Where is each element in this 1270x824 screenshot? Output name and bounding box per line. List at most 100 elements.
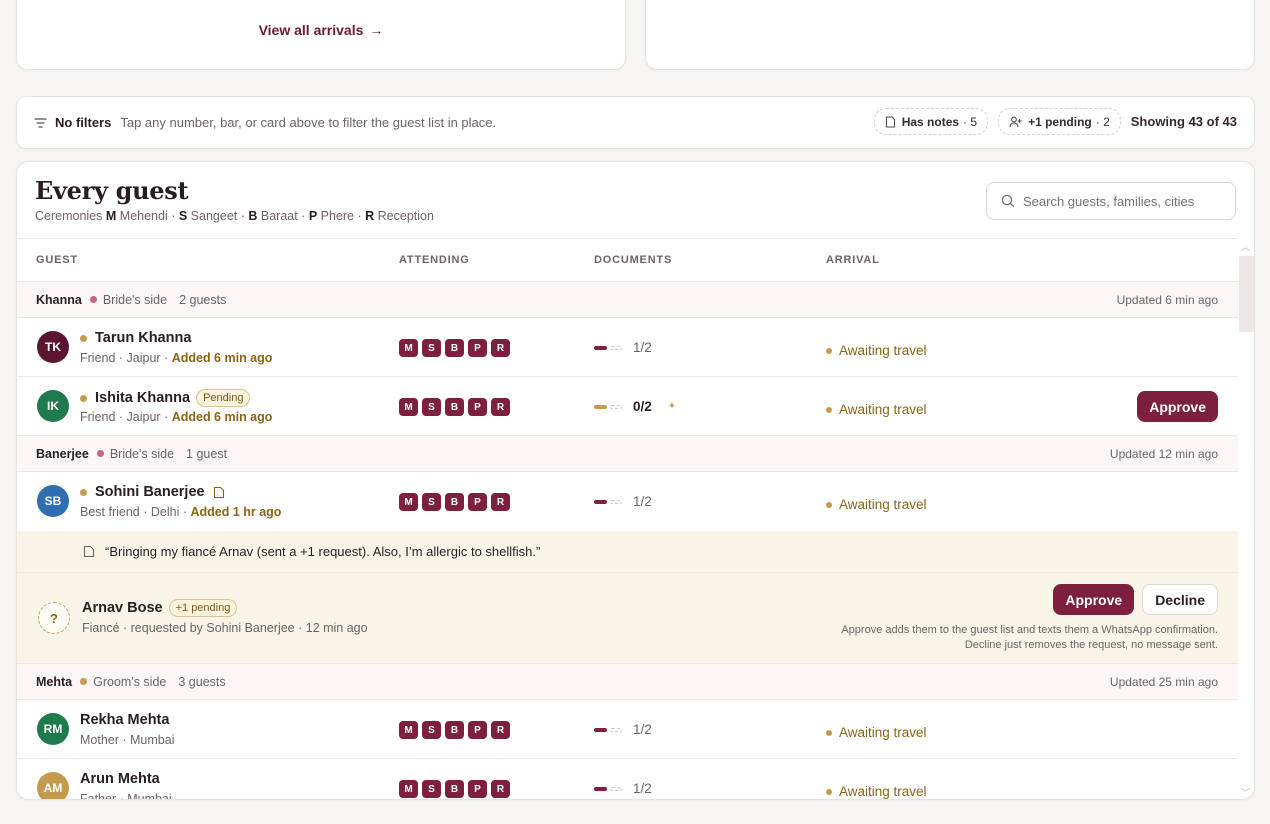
doc-count: 1/2 [633, 781, 652, 796]
ceremony-badges: MSBPR [399, 398, 514, 416]
ceremony-badge[interactable]: R [491, 493, 510, 511]
ceremony-badge[interactable]: S [422, 780, 441, 798]
ceremony-badge[interactable]: M [399, 398, 418, 416]
note-icon[interactable] [213, 486, 225, 499]
group-row-khanna[interactable]: Khanna Bride's side 2 guests Updated 6 m… [17, 282, 1238, 318]
avatar: AM [37, 772, 69, 799]
search-input[interactable] [1023, 193, 1223, 209]
column-attending: ATTENDING [399, 254, 470, 266]
filter-bar: No filters Tap any number, bar, or card … [16, 96, 1255, 149]
documents-progress[interactable]: 1/2 [594, 722, 652, 737]
ceremony-badges: MSBPR [399, 721, 514, 739]
sparkle-icon: ✦ [667, 401, 677, 412]
column-guest: GUEST [36, 254, 78, 266]
group-name: Mehta [36, 674, 73, 689]
request-meta: Fiancé · requested by Sohini Banerjee · … [82, 621, 368, 635]
ceremony-badge[interactable]: P [468, 339, 487, 357]
ceremony-badges: MSBPR [399, 493, 514, 511]
ceremony-badges: MSBPR [399, 780, 514, 798]
approve-button[interactable]: Approve [1053, 584, 1135, 615]
table-row[interactable]: TK Tarun Khanna Friend · Jaipur · Added … [17, 318, 1238, 377]
ceremony-badge[interactable]: M [399, 721, 418, 739]
ceremony-badge[interactable]: S [422, 398, 441, 416]
ceremony-badge[interactable]: B [445, 780, 464, 798]
ceremony-badge[interactable]: P [468, 493, 487, 511]
ceremony-badge[interactable]: B [445, 339, 464, 357]
ceremony-badge[interactable]: S [422, 721, 441, 739]
view-all-arrivals-link[interactable]: View all arrivals → [17, 22, 625, 38]
documents-progress[interactable]: 1/2 [594, 340, 652, 355]
search-icon [1001, 194, 1015, 208]
status-dot [80, 488, 87, 496]
guest-meta: Best friend · Delhi · Added 1 hr ago [80, 505, 281, 519]
chip-plus-one-pending[interactable]: +1 pending · 2 [998, 108, 1121, 135]
filter-icon [34, 117, 47, 128]
showing-prefix: Showing [1130, 114, 1185, 129]
ceremony-badge[interactable]: R [491, 339, 510, 357]
doc-progress-bar [594, 404, 622, 409]
guest-name[interactable]: Rekha Mehta [80, 712, 169, 728]
group-row-banerjee[interactable]: Banerjee Bride's side 1 guest Updated 12… [17, 436, 1238, 472]
table-row[interactable]: SB Sohini Banerjee Best friend · Delhi ·… [17, 472, 1238, 531]
table-row[interactable]: IK Ishita Khanna Pending Friend · Jaipur … [17, 377, 1238, 436]
doc-progress-bar [594, 727, 622, 732]
plus-one-request-row: ? Arnav Bose +1 pending Fiancé · requeste… [17, 573, 1238, 664]
ceremony-badge[interactable]: R [491, 398, 510, 416]
status-badge: +1 pending [168, 599, 238, 617]
status-dot [80, 334, 87, 342]
approve-button[interactable]: Approve [1137, 391, 1218, 422]
decline-button[interactable]: Decline [1142, 584, 1218, 615]
scroll-down-icon[interactable]: ﹀ [1241, 786, 1250, 799]
doc-count: 1/2 [633, 340, 652, 355]
arrival-label: Awaiting travel [839, 402, 927, 417]
ceremony-badge[interactable]: B [445, 721, 464, 739]
arrival-status: Awaiting travel [826, 725, 927, 740]
arrival-label: Awaiting travel [839, 725, 927, 740]
ceremony-badge[interactable]: M [399, 339, 418, 357]
doc-count: 1/2 [633, 494, 652, 509]
avatar: RM [37, 713, 69, 745]
table-row[interactable]: AM Arun Mehta Father · Mumbai MSBPR 1/2 … [17, 759, 1238, 799]
ceremony-badge[interactable]: B [445, 493, 464, 511]
ceremony-badge[interactable]: R [491, 780, 510, 798]
documents-progress[interactable]: 1/2 [594, 494, 652, 509]
avatar: ? [38, 602, 70, 634]
ceremony-badge[interactable]: S [422, 339, 441, 357]
chip-has-notes[interactable]: Has notes · 5 [873, 108, 989, 135]
doc-progress-bar [594, 345, 622, 350]
legend-label: Reception [377, 209, 434, 223]
guest-note: “Bringing my fiancé Arnav (sent a +1 req… [17, 531, 1238, 573]
status-dot [80, 394, 87, 402]
ceremony-badge[interactable]: P [468, 398, 487, 416]
ceremony-badge[interactable]: S [422, 493, 441, 511]
added-time: Added 6 min ago [171, 410, 273, 424]
arrival-label: Awaiting travel [839, 784, 927, 799]
ceremony-badge[interactable]: B [445, 398, 464, 416]
documents-progress[interactable]: 1/2 [594, 781, 652, 796]
ceremony-badge[interactable]: P [468, 721, 487, 739]
ceremony-badge[interactable]: M [399, 493, 418, 511]
avatar: SB [37, 485, 69, 517]
column-documents: DOCUMENTS [594, 254, 673, 266]
guest-name[interactable]: Ishita Khanna [95, 390, 190, 406]
scroll-up-icon[interactable]: ︿ [1241, 240, 1250, 253]
guest-name[interactable]: Sohini Banerjee [95, 484, 205, 500]
legend-label: Mehendi [119, 209, 168, 223]
showing-count: Showing 43 of 43 [1131, 114, 1237, 129]
avatar: TK [37, 331, 69, 363]
legend-key: M [105, 209, 117, 223]
scroll-thumb[interactable] [1239, 256, 1254, 332]
group-row-mehta[interactable]: Mehta Groom's side 3 guests Updated 25 m… [17, 664, 1238, 700]
legend-key: B [248, 209, 258, 223]
table-row[interactable]: RM Rekha Mehta Mother · Mumbai MSBPR 1/2… [17, 700, 1238, 759]
scrollbar[interactable]: ︿ ﹀ [1236, 238, 1254, 799]
doc-progress-bar [594, 499, 622, 504]
ceremony-badge[interactable]: P [468, 780, 487, 798]
documents-progress[interactable]: 0/2 ✦ [594, 399, 676, 414]
guest-name[interactable]: Tarun Khanna [95, 330, 191, 346]
help-approve: Approve adds them to the guest list and … [841, 624, 1218, 636]
guest-name[interactable]: Arun Mehta [80, 771, 160, 787]
ceremony-badge[interactable]: M [399, 780, 418, 798]
ceremony-badge[interactable]: R [491, 721, 510, 739]
guest-meta: Mother · Mumbai [80, 733, 175, 747]
